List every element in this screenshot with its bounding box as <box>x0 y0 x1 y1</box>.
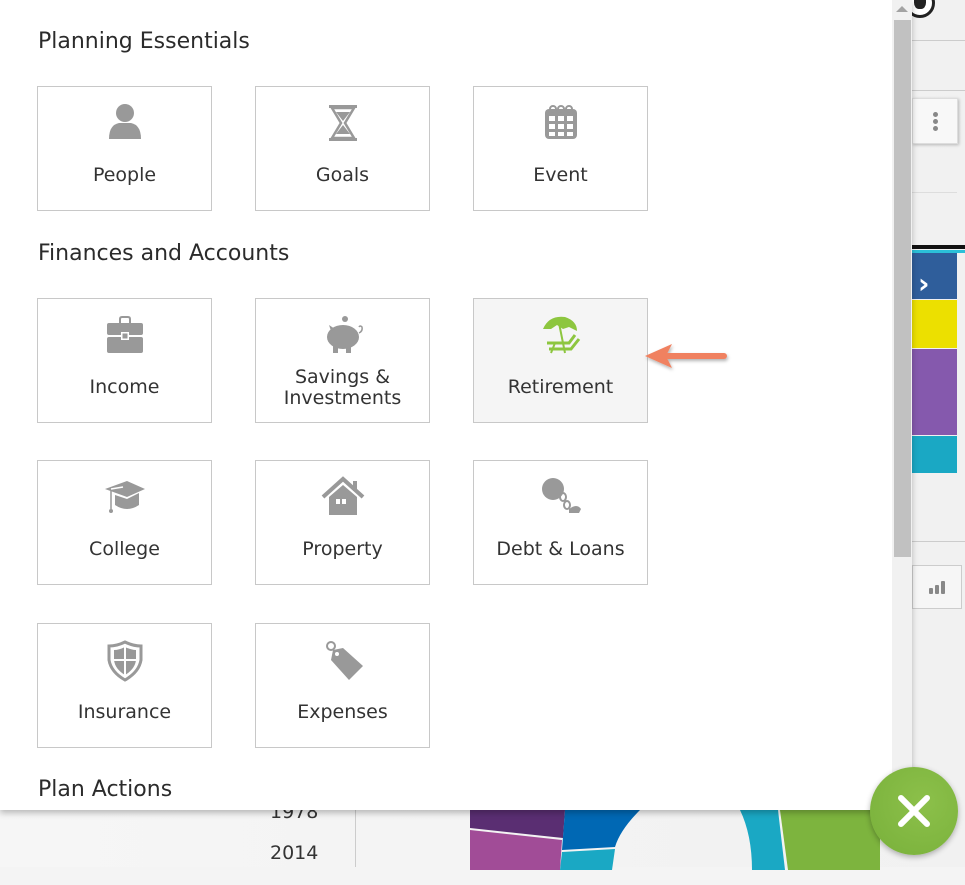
divider <box>912 90 965 91</box>
chevron-right-icon[interactable]: › <box>918 270 930 298</box>
tile-people[interactable]: People <box>37 86 212 211</box>
dot <box>932 111 938 117</box>
bar <box>941 581 945 594</box>
dot <box>932 125 938 131</box>
tile-label: Event <box>533 164 588 186</box>
divider <box>355 810 356 867</box>
tile-label: Income <box>89 376 160 398</box>
tile-insurance[interactable]: Insurance <box>37 623 212 748</box>
person-icon <box>108 104 141 139</box>
divider <box>912 192 957 193</box>
scroll-up-arrow-icon[interactable] <box>896 6 908 12</box>
close-panel-button[interactable] <box>870 767 958 855</box>
price-tag-icon <box>325 641 363 680</box>
annotation-arrow-icon <box>645 344 727 368</box>
chart-segment-purple <box>912 349 957 435</box>
donut-segment <box>562 810 640 850</box>
close-icon <box>898 795 930 827</box>
bar-chart-toggle-button[interactable] <box>912 565 962 609</box>
tile-label-line2: Investments <box>283 387 402 409</box>
donut-segment <box>740 810 785 870</box>
chart-segment-yellow <box>912 300 957 348</box>
add-item-panel: Planning Essentials People Goals Event F… <box>0 0 912 810</box>
donut-segment <box>780 810 880 870</box>
tile-label: Expenses <box>297 701 388 723</box>
briefcase-icon <box>106 316 143 353</box>
shield-icon <box>107 640 142 682</box>
tile-label: Retirement <box>507 376 614 398</box>
section-title-plan-actions: Plan Actions <box>38 777 173 802</box>
tile-retirement[interactable]: Retirement <box>473 298 648 423</box>
year-label: 2014 <box>270 842 319 864</box>
bar <box>929 588 933 594</box>
year-list: 1978 2014 <box>270 803 318 885</box>
tile-college[interactable]: College <box>37 460 212 585</box>
piggy-bank-icon <box>326 316 363 353</box>
tile-label: People <box>92 164 157 186</box>
tile-income[interactable]: Income <box>37 298 212 423</box>
graduation-cap-icon <box>104 481 145 513</box>
divider <box>912 541 965 542</box>
tile-label: College <box>89 538 160 560</box>
more-options-button[interactable] <box>912 98 958 144</box>
ball-and-chain-icon <box>541 478 581 513</box>
divider <box>912 40 965 41</box>
tile-label: Savings & <box>294 366 391 388</box>
tile-property[interactable]: Property <box>255 460 430 585</box>
calendar-icon <box>544 105 577 139</box>
bar <box>935 585 939 594</box>
section-title-planning-essentials: Planning Essentials <box>38 29 250 54</box>
tile-savings-investments[interactable]: Savings & Investments <box>255 298 430 423</box>
hourglass-icon <box>328 105 357 141</box>
tile-label: Goals <box>315 164 370 186</box>
chart-top-border <box>912 245 965 249</box>
tile-debt-loans[interactable]: Debt & Loans <box>473 460 648 585</box>
tile-label: Insurance <box>77 701 172 723</box>
tile-event[interactable]: Event <box>473 86 648 211</box>
dot <box>932 118 938 124</box>
beach-chair-umbrella-icon <box>542 316 580 354</box>
tile-label: Property <box>302 538 383 560</box>
tile-expenses[interactable]: Expenses <box>255 623 430 748</box>
section-title-finances-and-accounts: Finances and Accounts <box>38 241 290 266</box>
tile-goals[interactable]: Goals <box>255 86 430 211</box>
chart-segment-teal <box>912 436 957 473</box>
panel-scrollbar-thumb[interactable] <box>894 20 911 557</box>
house-icon <box>321 476 364 515</box>
tile-label: Debt & Loans <box>496 538 625 560</box>
